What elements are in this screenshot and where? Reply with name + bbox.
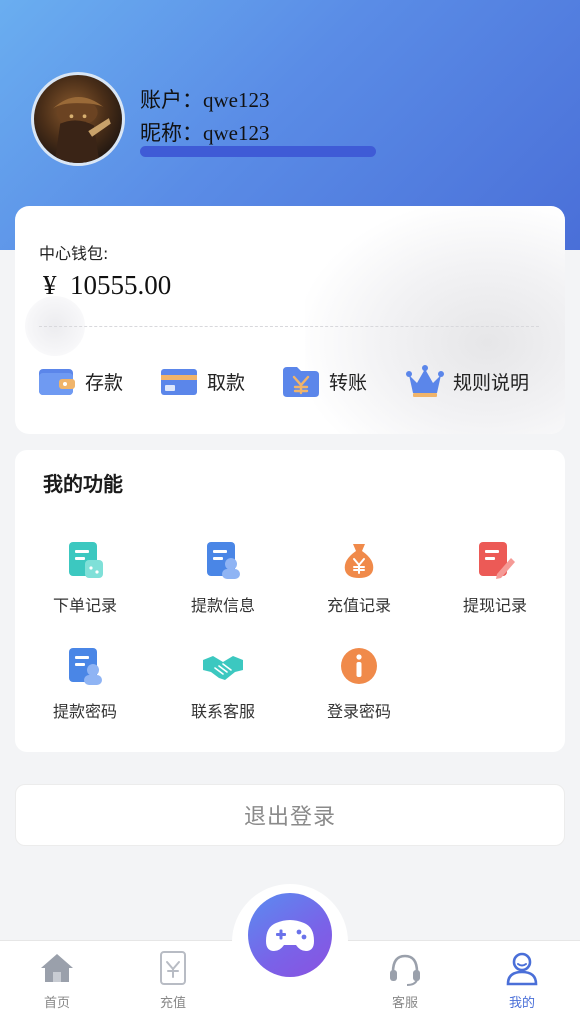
account-line: 账户：qwe123 <box>140 84 270 114</box>
home-icon <box>41 954 73 982</box>
tab-recharge[interactable]: 充值 <box>128 948 218 1018</box>
contact-service-item[interactable]: 联系客服 <box>163 644 283 734</box>
tab-service-label: 客服 <box>391 996 418 1011</box>
tab-mine[interactable]: 我的 <box>477 948 567 1018</box>
wallet-balance: ¥ 10555.00 <box>43 270 171 301</box>
withdraw-info-label: 提款信息 <box>190 596 255 615</box>
withdrawal-record-item[interactable]: 提现记录 <box>435 538 555 628</box>
recharge-record-label: 充值记录 <box>326 596 391 615</box>
tab-home[interactable]: 首页 <box>12 948 102 1018</box>
withdraw-password-label: 提款密码 <box>52 702 117 721</box>
card-icon <box>161 369 197 395</box>
withdrawal-record-label: 提现记录 <box>462 596 527 615</box>
my-functions-card: 我的功能 下单记录 提款信息 充值记录 提现记录 提款密码 联系客服 登录密码 <box>15 450 565 752</box>
functions-title: 我的功能 <box>43 472 123 496</box>
transfer-label: 转账 <box>329 371 368 394</box>
tab-service[interactable]: 客服 <box>360 948 450 1018</box>
wallet-icon <box>39 369 75 395</box>
nickname-line: 昵称：qwe123 <box>140 117 270 147</box>
currency-symbol: ¥ <box>43 270 57 300</box>
withdraw-password-icon <box>69 648 102 685</box>
order-record-item[interactable]: 下单记录 <box>25 538 145 628</box>
folder-yen-icon <box>283 367 319 397</box>
deposit-label: 存款 <box>85 371 124 394</box>
user-icon <box>506 952 538 986</box>
info-icon <box>341 648 377 684</box>
gamepad-icon <box>266 920 314 951</box>
recharge-icon <box>160 951 186 985</box>
handshake-icon <box>203 656 243 680</box>
nickname-label: 昵称： <box>140 121 203 145</box>
order-record-icon <box>69 542 103 578</box>
avatar[interactable] <box>31 72 125 166</box>
recharge-record-item[interactable]: 充值记录 <box>299 538 419 628</box>
crown-icon <box>406 365 444 397</box>
rules-button[interactable]: 规则说明 <box>405 356 529 406</box>
money-bag-icon <box>344 544 374 578</box>
order-record-label: 下单记录 <box>52 596 117 615</box>
wallet-actions: 存款 取款 转账 规则说明 <box>15 356 565 406</box>
account-label: 账户： <box>140 88 203 112</box>
wallet-card: 中心钱包: ¥ 10555.00 存款 取款 转账 规则说明 <box>15 206 565 434</box>
withdraw-password-item[interactable]: 提款密码 <box>25 644 145 734</box>
deposit-button[interactable]: 存款 <box>37 356 123 406</box>
headset-icon <box>390 954 420 986</box>
edit-record-icon <box>479 542 515 579</box>
wallet-divider <box>39 326 539 327</box>
nickname-value: qwe123 <box>203 121 270 145</box>
contact-service-label: 联系客服 <box>190 702 255 721</box>
tab-recharge-label: 充值 <box>159 996 186 1011</box>
withdraw-info-item[interactable]: 提款信息 <box>163 538 283 628</box>
logout-button[interactable]: 退出登录 <box>15 784 565 846</box>
login-password-item[interactable]: 登录密码 <box>299 644 419 734</box>
wallet-title: 中心钱包: <box>39 244 109 263</box>
login-password-label: 登录密码 <box>326 702 391 721</box>
rules-label: 规则说明 <box>453 371 530 394</box>
account-progress-bar <box>140 146 376 157</box>
account-value: qwe123 <box>203 88 270 112</box>
balance-amount: 10555.00 <box>70 270 172 300</box>
center-game-button[interactable] <box>248 893 332 977</box>
withdraw-label: 取款 <box>207 371 246 394</box>
logout-label: 退出登录 <box>243 805 336 830</box>
withdraw-button[interactable]: 取款 <box>159 356 245 406</box>
withdraw-info-icon <box>207 542 240 579</box>
tab-mine-label: 我的 <box>508 996 535 1011</box>
avatar-image <box>52 96 111 163</box>
transfer-button[interactable]: 转账 <box>281 356 367 406</box>
tab-home-label: 首页 <box>43 996 70 1011</box>
